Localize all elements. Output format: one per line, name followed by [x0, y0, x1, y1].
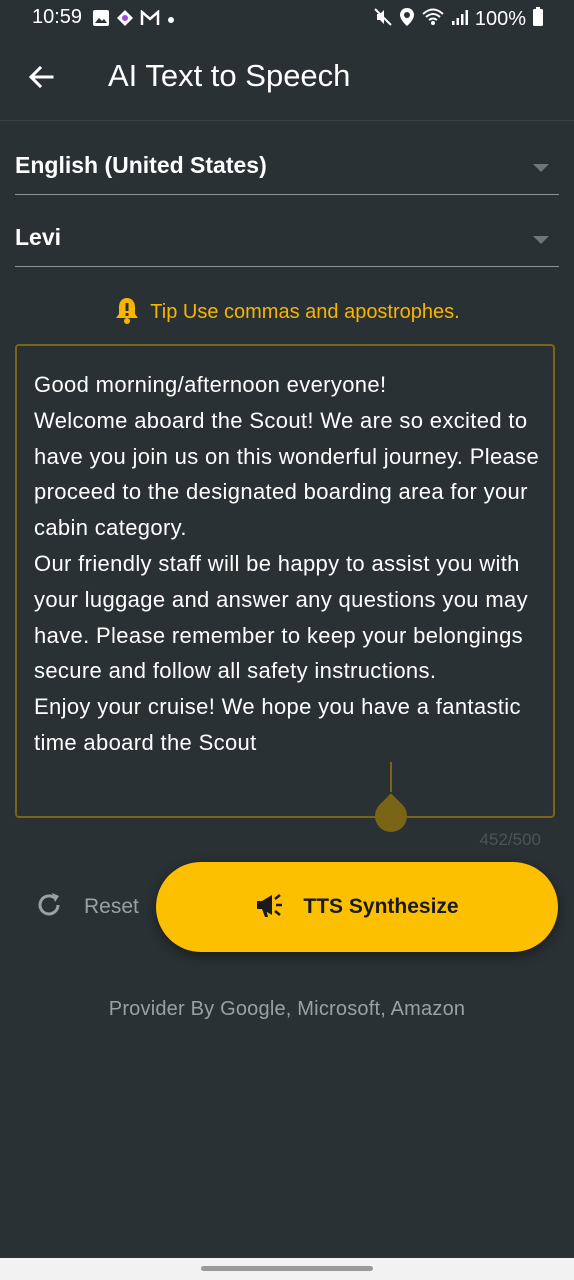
- messenger-icon: [116, 9, 134, 32]
- status-left-icons: [92, 9, 176, 32]
- mute-icon: [373, 7, 393, 32]
- signal-icon: [451, 8, 469, 31]
- location-icon: [399, 7, 415, 32]
- battery-icon: [532, 7, 544, 32]
- tts-synthesize-button[interactable]: TTS Synthesize: [156, 862, 558, 952]
- status-time: 10:59: [32, 6, 83, 28]
- wifi-icon: [421, 7, 445, 32]
- language-dropdown-value: English (United States): [15, 152, 267, 178]
- bell-warning-icon: [114, 296, 140, 329]
- reset-label: Reset: [84, 895, 139, 918]
- status-right-icons: 100%: [373, 7, 544, 32]
- language-dropdown[interactable]: English (United States): [15, 142, 559, 195]
- refresh-icon: [34, 890, 64, 925]
- chevron-down-icon: [533, 164, 549, 172]
- dot-icon: [166, 12, 176, 30]
- reset-button[interactable]: Reset: [34, 882, 139, 932]
- char-counter: 452/500: [479, 830, 541, 849]
- nav-bar: [0, 1258, 574, 1280]
- chevron-down-icon: [533, 236, 549, 244]
- arrow-left-icon: [27, 63, 55, 96]
- home-gesture-handle[interactable]: [201, 1266, 373, 1271]
- text-input[interactable]: Good morning/afternoon everyone! Welcome…: [15, 344, 555, 818]
- gmail-icon: [140, 9, 160, 31]
- image-icon: [92, 9, 110, 32]
- tip-row: Tip Use commas and apostrophes.: [0, 296, 574, 328]
- text-input-value: Good morning/afternoon everyone! Welcome…: [34, 372, 540, 755]
- provider-text: Provider By Google, Microsoft, Amazon: [108, 998, 466, 1020]
- tts-synthesize-label: TTS Synthesize: [303, 895, 459, 918]
- megaphone-icon: [255, 891, 289, 924]
- voice-dropdown[interactable]: Levi: [15, 214, 559, 267]
- back-button[interactable]: [18, 56, 64, 102]
- app-bar: AI Text to Speech: [0, 36, 574, 121]
- text-cursor: [390, 762, 392, 792]
- page-title: AI Text to Speech: [108, 58, 351, 93]
- tip-text: Tip Use commas and apostrophes.: [150, 300, 460, 323]
- status-bar: 10:59 100%: [0, 0, 574, 36]
- voice-dropdown-value: Levi: [15, 224, 62, 250]
- battery-percent: 100%: [474, 8, 526, 30]
